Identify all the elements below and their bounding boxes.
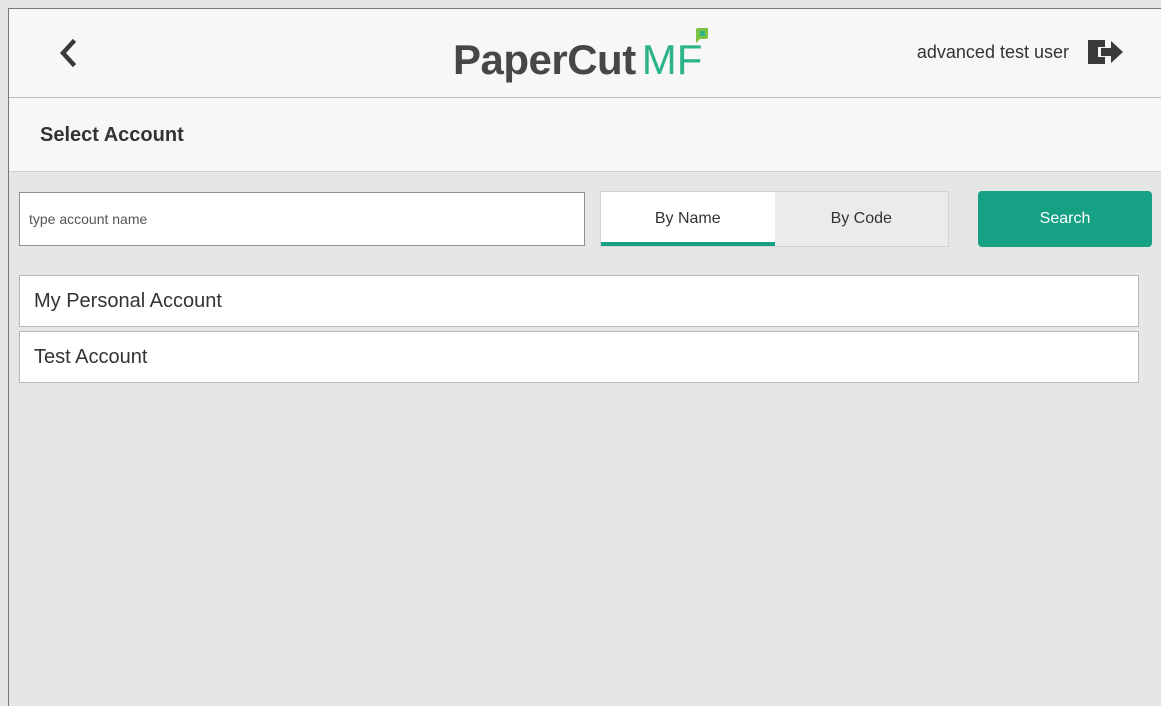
leaf-icon (696, 28, 709, 43)
logout-icon (1088, 40, 1123, 64)
logo-accent-text: MF (641, 28, 709, 89)
search-button[interactable]: Search (978, 191, 1152, 247)
logo-accent-label: MF (641, 36, 703, 83)
account-item[interactable]: Test Account (19, 331, 1139, 383)
search-mode-toggle: By Name By Code (600, 191, 949, 247)
search-row: By Name By Code Search (9, 190, 1161, 248)
user-name: advanced test user (916, 41, 1069, 62)
papercut-logo: PaperCut MF (453, 19, 709, 89)
by-code-toggle[interactable]: By Code (774, 192, 948, 246)
back-button[interactable] (49, 33, 89, 73)
top-header: PaperCut MF advanced test user (9, 9, 1161, 98)
logout-button[interactable] (1085, 37, 1125, 67)
account-search-input[interactable] (19, 192, 585, 246)
account-list: My Personal Account Test Account (19, 275, 1139, 387)
account-item[interactable]: My Personal Account (19, 275, 1139, 327)
app-frame: PaperCut MF advanced test user Select Ac… (8, 8, 1161, 706)
by-name-toggle[interactable]: By Name (601, 192, 775, 246)
title-bar: Select Account (9, 98, 1161, 172)
page-title: Select Account (40, 124, 184, 146)
chevron-left-icon (59, 38, 77, 68)
logo-text: PaperCut (453, 36, 636, 83)
user-area: advanced test user (917, 37, 1125, 67)
